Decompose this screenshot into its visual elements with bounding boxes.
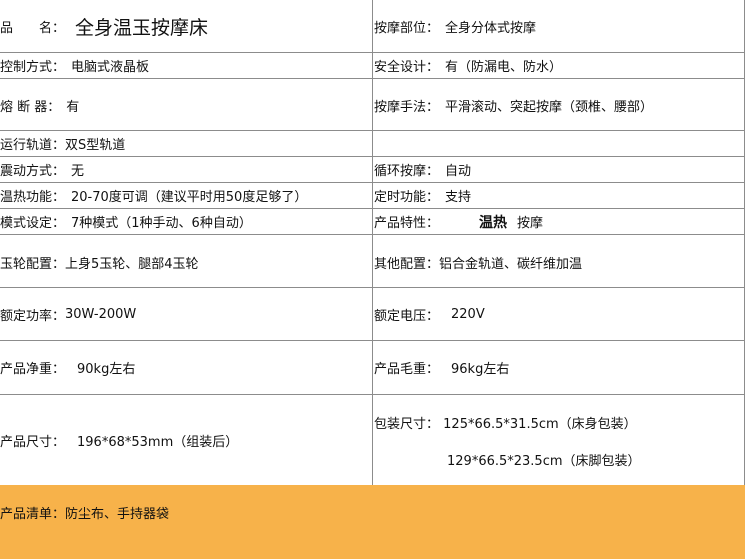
- value: 自动: [445, 164, 472, 179]
- label: 震动方式：: [0, 164, 66, 179]
- product-list: 产品清单：防尘布、手持器袋: [0, 503, 169, 522]
- cell: 熔 断 器： 有: [0, 79, 373, 130]
- value: 96kg左右: [451, 362, 510, 377]
- value-legs: 129*66.5*23.5cm（床脚包装）: [447, 454, 641, 469]
- table-row: 震动方式： 无 循环按摩： 自动: [0, 157, 745, 183]
- value: 按摩: [517, 216, 544, 231]
- cell: 产品特性： 温热 按摩: [373, 209, 745, 234]
- table-row: 模式设定： 7种模式（1种手动、6种自动） 产品特性： 温热 按摩: [0, 209, 745, 235]
- value: 有（防漏电、防水）: [445, 60, 563, 75]
- label: 包装尺寸：: [374, 417, 440, 432]
- cell: 温热功能： 20-70度可调（建议平时用50度足够了）: [0, 183, 373, 208]
- cell: 产品净重： 90kg左右: [0, 341, 373, 394]
- label: 按摩部位：: [374, 21, 440, 36]
- value: 有: [66, 100, 80, 115]
- label: 产品尺寸：: [0, 434, 66, 450]
- label: 额定功率：: [0, 308, 66, 324]
- table-row: 额定功率： 30W-200W 额定电压： 220V: [0, 288, 745, 341]
- table-row: 温热功能： 20-70度可调（建议平时用50度足够了） 定时功能： 支持: [0, 183, 745, 209]
- label: 产品清单：: [0, 507, 66, 522]
- value: 90kg左右: [77, 362, 136, 377]
- cell: 产品尺寸： 196*68*53mm（组装后）: [0, 395, 373, 485]
- table-row: 产品净重： 90kg左右 产品毛重： 96kg左右: [0, 341, 745, 395]
- spec-sheet: 品 名： 全身温玉按摩床 按摩部位： 全身分体式按摩 控制方式： 电脑式液晶板 …: [0, 0, 745, 559]
- cell: 其他配置： 铝合金轨道、碳纤维加温: [373, 235, 745, 287]
- label: 循环按摩：: [374, 164, 440, 179]
- table-row-size: 产品尺寸： 196*68*53mm（组装后） 包装尺寸： 125*66.5*31…: [0, 395, 745, 485]
- cell: 控制方式： 电脑式液晶板: [0, 53, 373, 78]
- product-name: 全身温玉按摩床: [75, 16, 209, 39]
- value: 铝合金轨道、碳纤维加温: [439, 257, 583, 272]
- cell: 产品毛重： 96kg左右: [373, 341, 745, 394]
- value: 无: [71, 164, 85, 179]
- value: 上身5玉轮、腿部4玉轮: [65, 257, 199, 272]
- label: 其他配置：: [374, 257, 440, 272]
- table-row: 控制方式： 电脑式液晶板 安全设计： 有（防漏电、防水）: [0, 53, 745, 79]
- label: 产品毛重：: [374, 362, 440, 377]
- cell: 运行轨道： 双S型轨道: [0, 131, 373, 156]
- table-row: 熔 断 器： 有 按摩手法： 平滑滚动、突起按摩（颈椎、腰部）: [0, 79, 745, 131]
- value: 全身分体式按摩: [445, 21, 537, 36]
- value: 双S型轨道: [65, 138, 126, 153]
- value-body: 125*66.5*31.5cm（床身包装）: [443, 417, 637, 432]
- cell: 循环按摩： 自动: [373, 157, 745, 182]
- label: 额定电压：: [374, 308, 440, 324]
- label: 定时功能：: [374, 190, 440, 205]
- table-row: 玉轮配置： 上身5玉轮、腿部4玉轮 其他配置： 铝合金轨道、碳纤维加温: [0, 235, 745, 288]
- value: 196*68*53mm（组装后）: [77, 434, 239, 450]
- cell: 震动方式： 无: [0, 157, 373, 182]
- cell-empty: [373, 131, 745, 156]
- package-size: 包装尺寸： 125*66.5*31.5cm（床身包装）: [374, 413, 637, 432]
- value: 20-70度可调（建议平时用50度足够了）: [71, 190, 308, 205]
- cell: 额定电压： 220V: [373, 288, 745, 340]
- value: 电脑式液晶板: [71, 60, 150, 75]
- value: 支持: [445, 190, 472, 205]
- package-size-legs: 129*66.5*23.5cm（床脚包装）: [447, 450, 641, 469]
- value: 防尘布、手持器袋: [65, 507, 170, 522]
- cell: 玉轮配置： 上身5玉轮、腿部4玉轮: [0, 235, 373, 287]
- cell: 按摩手法： 平滑滚动、突起按摩（颈椎、腰部）: [373, 79, 745, 130]
- label: 温热功能：: [0, 190, 66, 205]
- cell: 定时功能： 支持: [373, 183, 745, 208]
- label: 安全设计：: [374, 60, 440, 75]
- label: 按摩手法：: [374, 100, 440, 115]
- cell: 额定功率： 30W-200W: [0, 288, 373, 340]
- label: 运行轨道：: [0, 138, 66, 153]
- label: 控制方式：: [0, 60, 66, 75]
- label: 产品特性：: [374, 216, 440, 231]
- value: 30W-200W: [65, 306, 137, 322]
- table-row: 品 名： 全身温玉按摩床 按摩部位： 全身分体式按摩: [0, 0, 745, 53]
- cell: 模式设定： 7种模式（1种手动、6种自动）: [0, 209, 373, 234]
- value-bold: 温热: [479, 214, 508, 231]
- label: 模式设定：: [0, 216, 66, 231]
- product-list-footer: 产品清单：防尘布、手持器袋: [0, 485, 745, 559]
- table-row: 运行轨道： 双S型轨道: [0, 131, 745, 157]
- value: 平滑滚动、突起按摩（颈椎、腰部）: [445, 100, 654, 115]
- cell: 安全设计： 有（防漏电、防水）: [373, 53, 745, 78]
- label: 品 名：: [0, 20, 66, 36]
- cell-massage-area: 按摩部位： 全身分体式按摩: [373, 0, 745, 52]
- label: 产品净重：: [0, 362, 66, 377]
- value: 220V: [451, 306, 485, 322]
- cell-product-name: 品 名： 全身温玉按摩床: [0, 0, 373, 52]
- label: 玉轮配置：: [0, 257, 66, 272]
- label: 熔 断 器：: [0, 100, 61, 115]
- value: 7种模式（1种手动、6种自动）: [71, 216, 252, 231]
